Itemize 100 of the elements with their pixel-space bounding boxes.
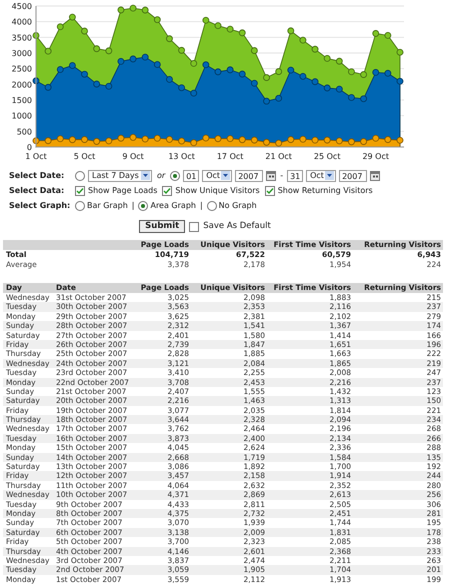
field-label: Select Graph: (9, 200, 72, 212)
data-point (226, 66, 234, 74)
field-label: Select Date: (9, 170, 66, 182)
radio-button[interactable] (75, 200, 85, 210)
data-point (336, 86, 343, 93)
checkbox[interactable] (189, 222, 200, 232)
data-point (44, 137, 52, 144)
data-point (275, 94, 282, 102)
input-field[interactable]: 2007 (235, 170, 264, 182)
data-point (263, 98, 270, 105)
data-point (372, 30, 380, 37)
dropdown-arrow-icon (141, 171, 150, 180)
data-point (275, 140, 282, 147)
data-point (93, 80, 100, 88)
data-point (81, 28, 88, 34)
tick-label: 2000 (12, 80, 32, 90)
data-point (360, 95, 367, 102)
data-point (154, 61, 161, 68)
data-point (130, 4, 136, 12)
checkbox-label[interactable]: Show Page Loads (88, 184, 158, 196)
data-point (300, 36, 306, 44)
range-separator: - (280, 170, 284, 182)
checkbox[interactable] (162, 186, 172, 196)
data-point (166, 76, 173, 83)
calendar-icon[interactable] (266, 170, 276, 180)
data-point (360, 138, 367, 145)
data-point (263, 74, 270, 81)
data-point (396, 78, 404, 85)
submit-button[interactable]: Submit (139, 220, 186, 233)
radio-button[interactable] (206, 200, 217, 210)
data-point (44, 84, 52, 91)
dropdown[interactable]: Oct (202, 170, 232, 182)
data-point (178, 138, 185, 144)
radio-label[interactable]: No Graph (218, 200, 257, 212)
data-point (166, 136, 173, 143)
data-point (69, 14, 76, 20)
data-point (142, 6, 149, 14)
data-point (32, 32, 40, 39)
data-point (372, 69, 380, 76)
option-separator: | (132, 200, 134, 212)
input-field[interactable]: 01 (183, 170, 200, 182)
data-point (154, 16, 161, 24)
data-point (348, 68, 355, 76)
data-point (275, 68, 282, 75)
checkbox[interactable] (264, 186, 275, 196)
tick-label: 9 Oct (122, 152, 144, 161)
radio-button[interactable] (75, 170, 85, 180)
data-point (142, 136, 149, 142)
data-point (56, 66, 64, 73)
data-point (324, 55, 331, 62)
tick-label: 500 (16, 127, 32, 136)
checkbox-label[interactable]: Save As Default (203, 220, 271, 233)
data-point (93, 45, 100, 52)
tick-label: 4000 (12, 18, 32, 27)
data-point (238, 29, 246, 36)
data-point (214, 22, 222, 30)
data-point (214, 68, 222, 76)
data-point (300, 72, 306, 80)
dropdown[interactable]: Oct (306, 170, 336, 182)
data-point (105, 47, 112, 54)
tick-label: 1000 (12, 112, 32, 121)
calendar-icon[interactable] (370, 170, 380, 180)
data-point (105, 82, 112, 90)
radio-button[interactable] (170, 170, 180, 180)
data-point (190, 60, 198, 67)
dropdown-arrow-icon (325, 171, 334, 180)
input-field[interactable]: 31 (287, 170, 304, 182)
option-separator: | (200, 200, 203, 212)
radio-button[interactable] (138, 200, 148, 210)
data-point (251, 136, 258, 144)
data-point (190, 139, 198, 146)
dropdown-arrow-icon (221, 171, 230, 180)
data-point (44, 48, 52, 55)
data-point (178, 84, 185, 92)
radio-label[interactable]: Area Graph (150, 200, 196, 212)
data-point (226, 135, 234, 142)
data-point (384, 32, 392, 39)
data-point (324, 136, 331, 144)
data-point (81, 70, 88, 78)
data-point (202, 134, 210, 142)
data-point (130, 134, 136, 141)
data-point (214, 135, 222, 142)
data-point (336, 137, 343, 144)
data-point (324, 84, 331, 92)
tick-label: 21 Oct (265, 152, 292, 161)
checkbox[interactable] (75, 186, 85, 196)
checkbox-label[interactable]: Show Unique Visitors (175, 184, 260, 196)
input-field[interactable]: 2007 (339, 170, 368, 182)
data-point (263, 138, 270, 146)
radio-label[interactable]: Bar Graph (87, 200, 128, 212)
data-point (396, 48, 404, 56)
data-point (105, 137, 112, 144)
checkbox-label[interactable]: Show Returning Visitors (278, 184, 373, 196)
data-point (56, 135, 64, 142)
data-point (142, 54, 149, 60)
tick-label: 3000 (12, 49, 32, 58)
data-point (384, 70, 392, 77)
data-point (372, 134, 380, 142)
data-point (287, 66, 294, 74)
dropdown[interactable]: Last 7 Days (88, 170, 152, 182)
